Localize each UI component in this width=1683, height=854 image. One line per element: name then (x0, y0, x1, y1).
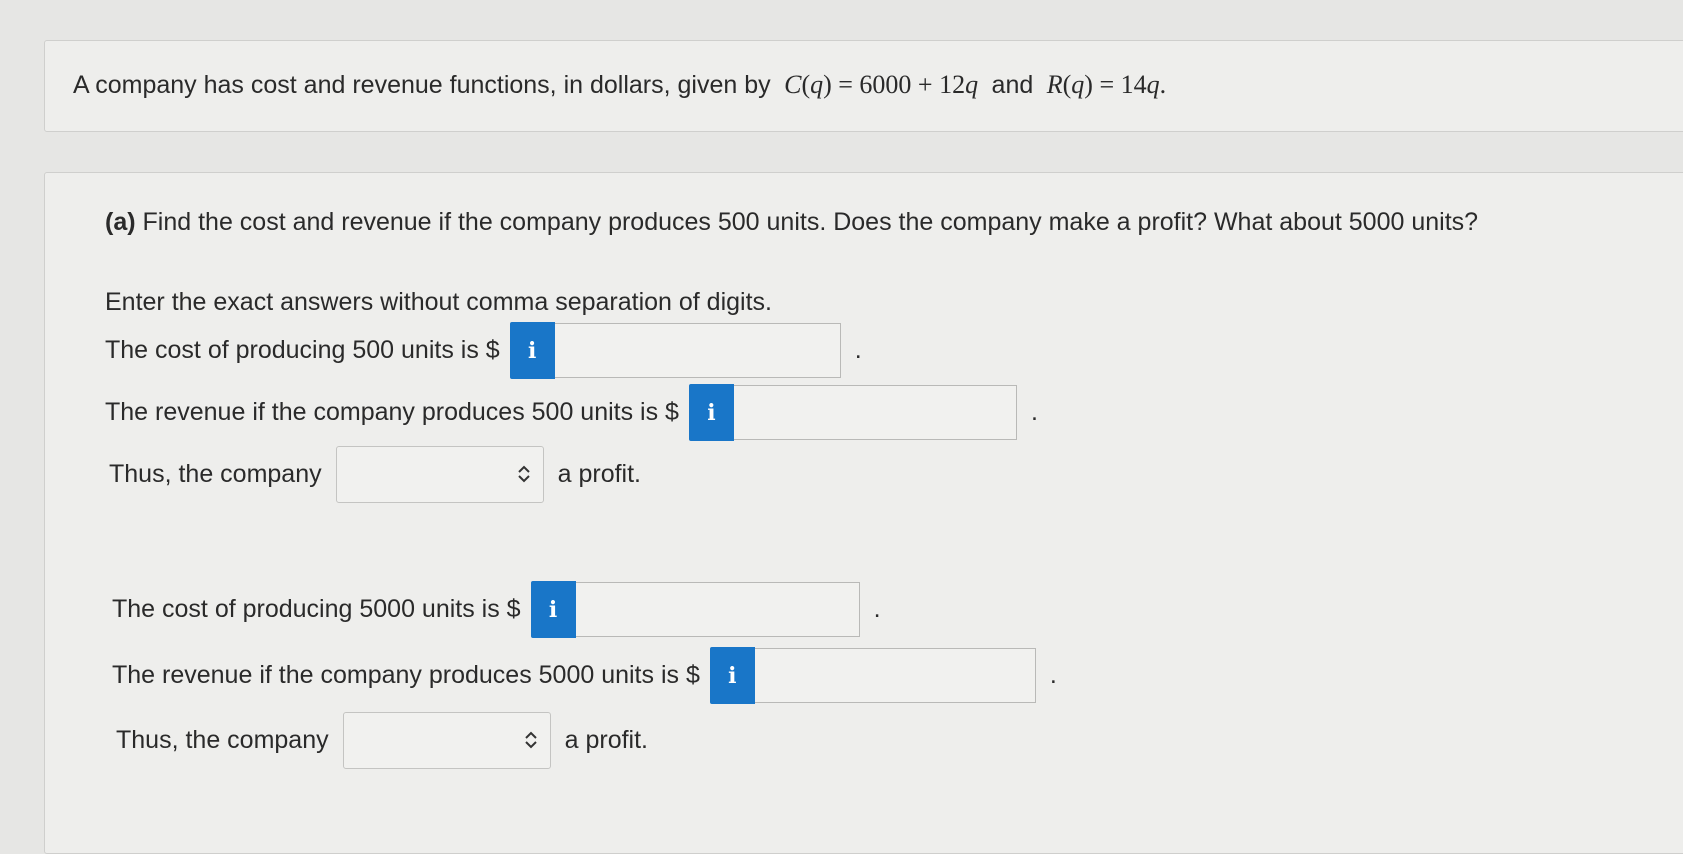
profit-500-suffix: a profit. (557, 460, 641, 488)
problem-statement: A company has cost and revenue functions… (73, 70, 1166, 100)
profit-500-select[interactable] (335, 446, 544, 503)
revenue-5000-period: . (1049, 661, 1057, 689)
profit-500-row: Thus, the company a profit. (109, 446, 641, 503)
cost-5000-period: . (873, 595, 881, 623)
profit-500-prefix: Thus, the company (109, 460, 322, 488)
statement-and: and (991, 71, 1034, 99)
profit-5000-row: Thus, the company a profit. (116, 712, 648, 769)
cost-500-input[interactable] (554, 323, 841, 378)
cost-500-label: The cost of producing 500 units is $ (105, 336, 500, 364)
cost-500-row: The cost of producing 500 units is $ i . (105, 322, 862, 379)
cost-5000-input[interactable] (575, 582, 860, 637)
revenue-5000-label: The revenue if the company produces 5000… (112, 661, 700, 689)
revenue-5000-row: The revenue if the company produces 5000… (112, 647, 1057, 704)
info-icon[interactable]: i (509, 322, 555, 379)
info-icon[interactable]: i (688, 384, 734, 441)
info-icon[interactable]: i (709, 647, 755, 704)
chevron-up-down-icon (524, 731, 537, 749)
cost-5000-label: The cost of producing 5000 units is $ (112, 595, 521, 623)
cost-function: C(q) = 6000 + 12q (784, 70, 979, 99)
instructions: Enter the exact answers without comma se… (105, 288, 772, 316)
revenue-500-label: The revenue if the company produces 500 … (105, 398, 679, 426)
revenue-function: R(q) = 14q. (1046, 70, 1167, 99)
chevron-up-down-icon (517, 465, 530, 483)
profit-5000-prefix: Thus, the company (116, 726, 329, 754)
revenue-500-row: The revenue if the company produces 500 … (105, 384, 1038, 441)
profit-5000-suffix: a profit. (564, 726, 648, 754)
revenue-500-input[interactable] (733, 385, 1017, 440)
part-a-text: Find the cost and revenue if the company… (142, 208, 1479, 236)
part-a-label: (a) (105, 208, 136, 236)
profit-5000-select[interactable] (342, 712, 551, 769)
cost-5000-row: The cost of producing 5000 units is $ i … (112, 581, 881, 638)
revenue-5000-input[interactable] (754, 648, 1036, 703)
statement-text: A company has cost and revenue functions… (73, 71, 771, 99)
cost-500-period: . (854, 336, 862, 364)
part-a-question: (a) Find the cost and revenue if the com… (105, 208, 1478, 237)
revenue-500-period: . (1030, 398, 1038, 426)
info-icon[interactable]: i (530, 581, 576, 638)
